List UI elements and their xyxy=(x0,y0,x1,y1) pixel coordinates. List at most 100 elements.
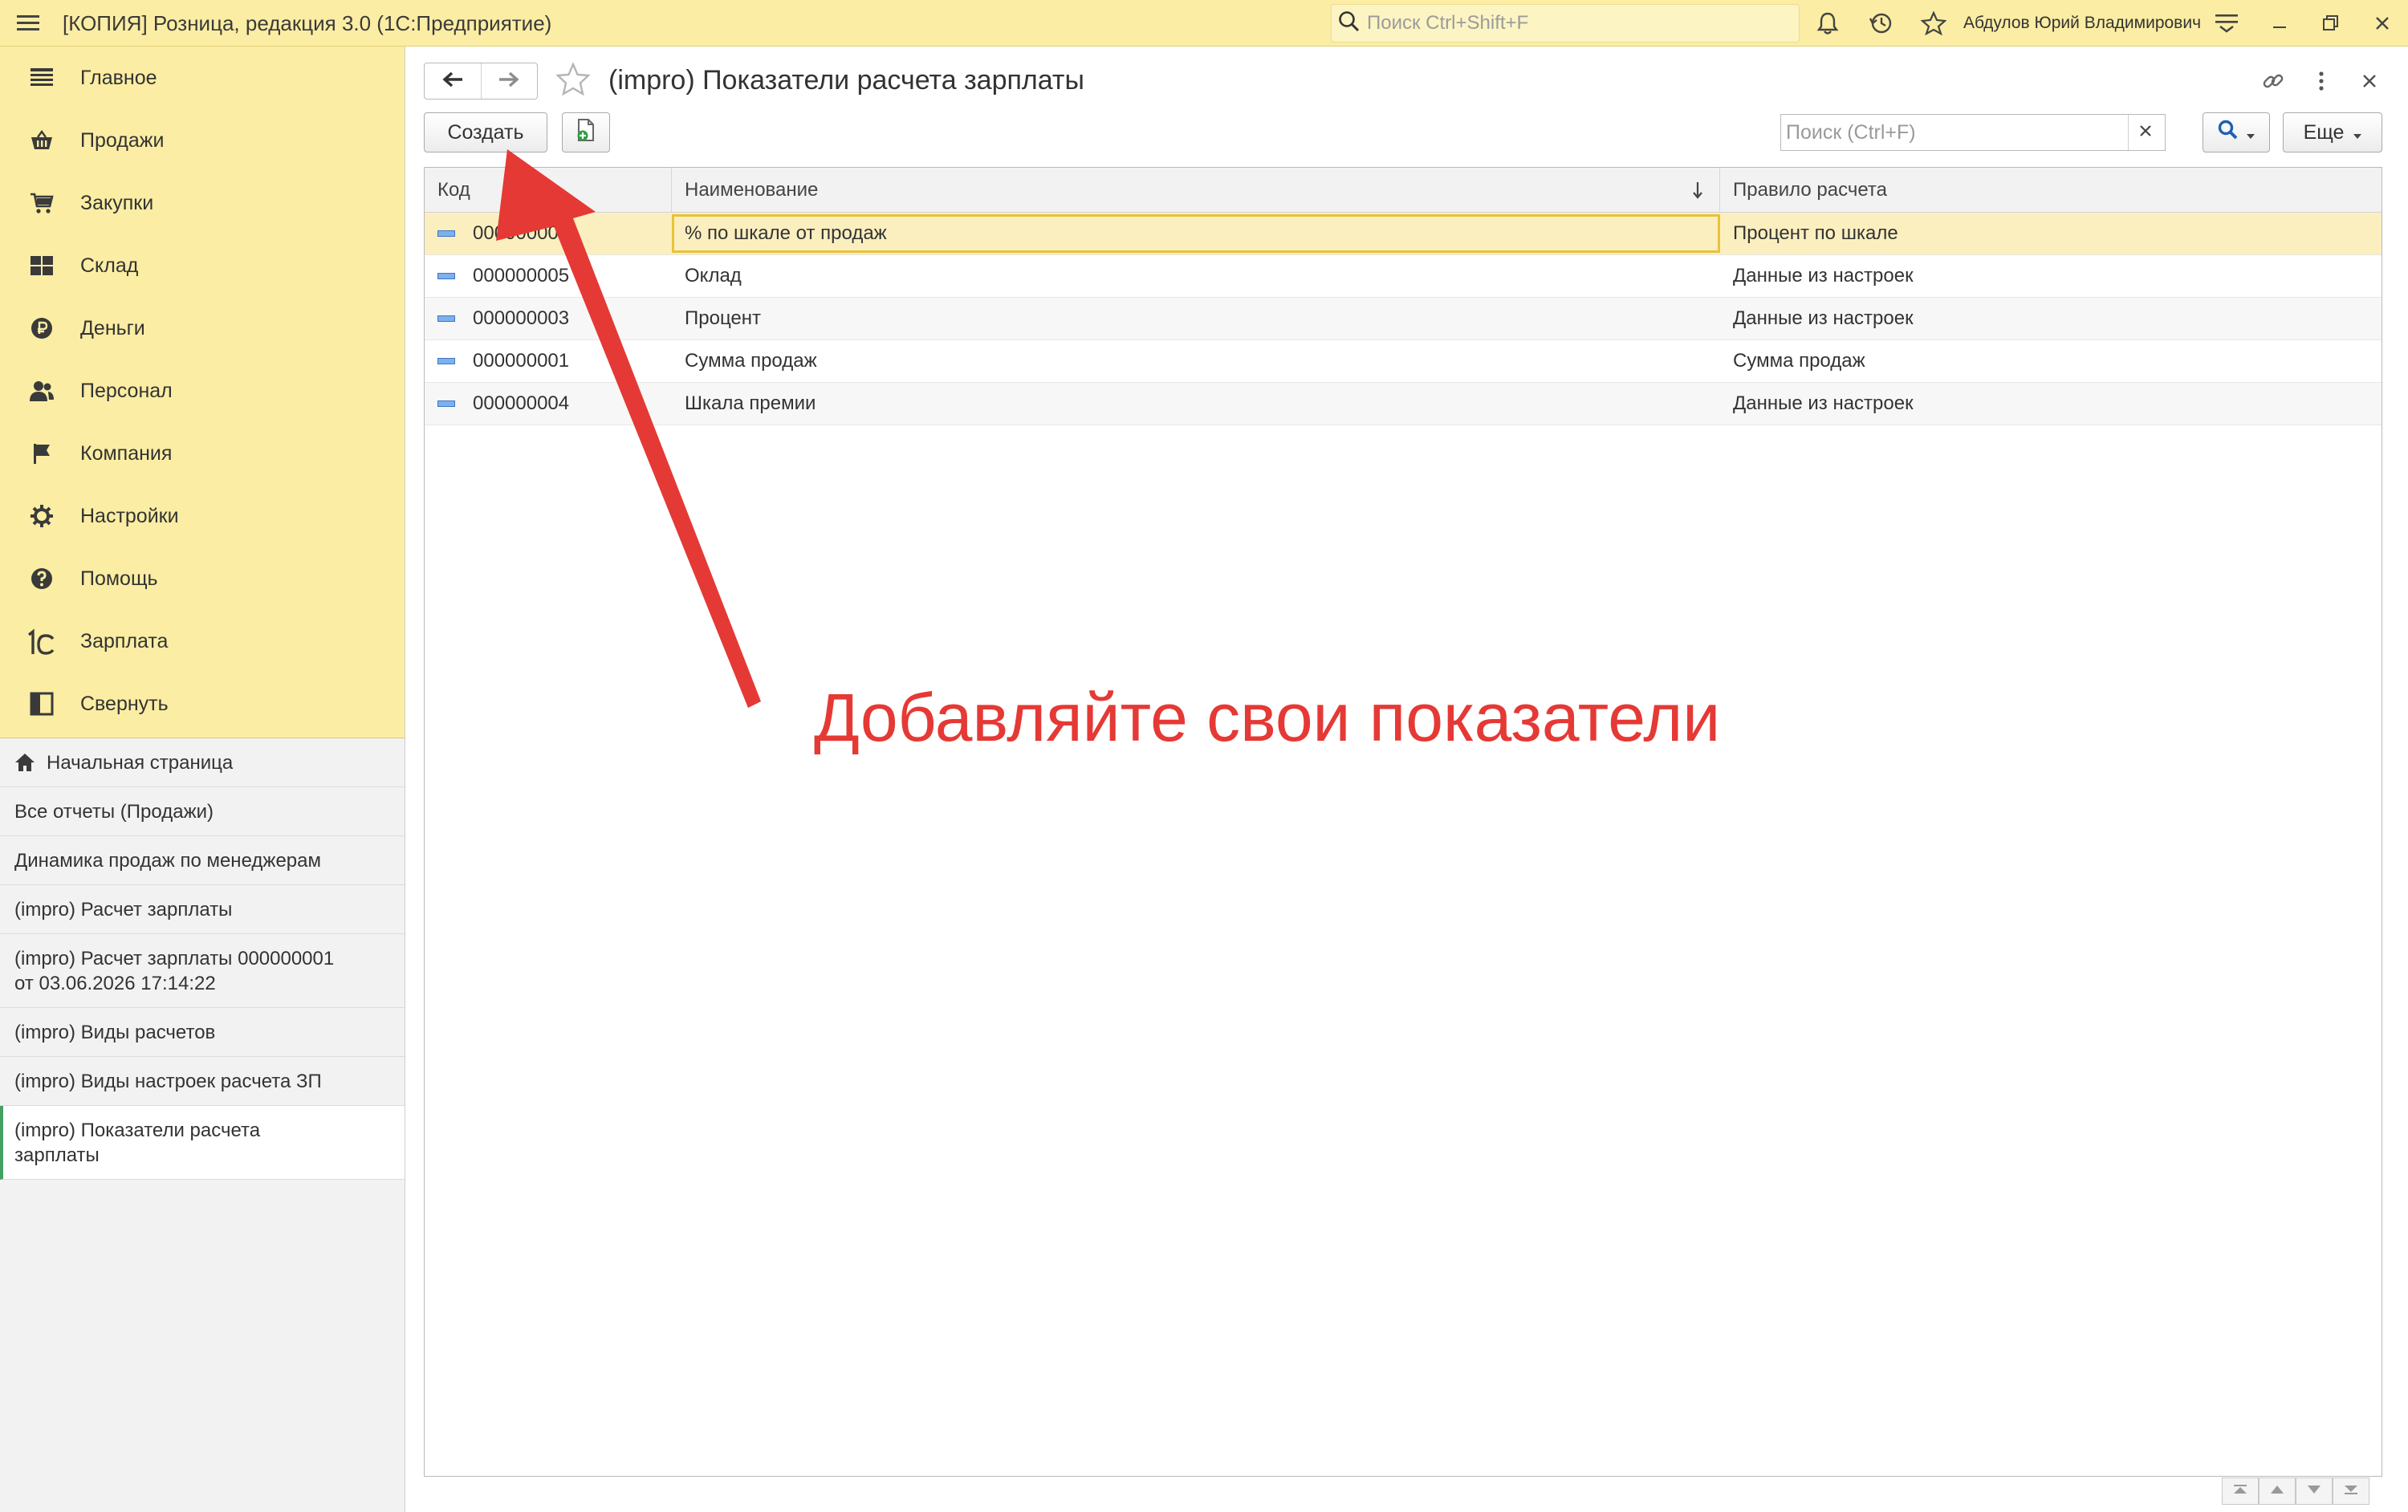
1c-logo-icon xyxy=(26,625,58,657)
cell-code: 000000003 xyxy=(425,298,672,339)
list-search-input[interactable] xyxy=(1781,120,2128,145)
open-window-label: Динамика продаж по менеджерам xyxy=(14,849,321,872)
column-header-name[interactable]: Наименование xyxy=(672,168,1720,213)
bell-icon[interactable] xyxy=(1809,0,1846,47)
add-favorite-button[interactable] xyxy=(554,61,592,100)
column-header-code[interactable]: Код xyxy=(425,168,672,213)
section-label: Персонал xyxy=(80,379,173,402)
restore-icon[interactable] xyxy=(2313,0,2349,47)
scroll-down-button[interactable] xyxy=(2296,1477,2333,1505)
cell-code: 000000004 xyxy=(425,383,672,425)
table-row[interactable]: 000000002 % по шкале от продаж Процент п… xyxy=(425,213,2382,255)
create-button[interactable]: Создать xyxy=(424,112,547,152)
open-window-salary-doc[interactable]: (impro) Расчет зарплаты 000000001 от 03.… xyxy=(0,934,405,1008)
cell-code: 000000002 xyxy=(425,213,672,254)
table-row[interactable]: 000000005 Оклад Данные из настроек xyxy=(425,255,2382,298)
open-window-label: (impro) Виды расчетов xyxy=(14,1021,216,1043)
minimize-icon[interactable] xyxy=(2262,0,2297,47)
chevron-down-icon xyxy=(2353,121,2362,144)
gear-icon xyxy=(26,500,58,532)
catalog-item-icon xyxy=(437,230,455,237)
section-purchases[interactable]: Закупки xyxy=(0,172,405,234)
section-label: Помощь xyxy=(80,567,158,590)
scroll-to-top-button[interactable] xyxy=(2222,1477,2259,1505)
search-options-button[interactable] xyxy=(2203,112,2270,152)
cell-code: 000000005 xyxy=(425,255,672,297)
section-collapse[interactable]: Свернуть xyxy=(0,673,405,735)
open-window-home[interactable]: Начальная страница xyxy=(0,738,405,787)
open-window-setting-types[interactable]: (impro) Виды настроек расчета ЗП xyxy=(0,1057,405,1106)
annotation-text: Добавляйте свои показатели xyxy=(814,680,1721,755)
star-icon xyxy=(555,61,591,100)
global-search[interactable] xyxy=(1331,4,1800,43)
code-value: 000000001 xyxy=(473,350,570,372)
more-vertical-icon[interactable] xyxy=(2304,63,2339,100)
section-company[interactable]: Компания xyxy=(0,422,405,485)
search-icon xyxy=(2218,120,2239,146)
user-name[interactable]: Абдулов Юрий Владимирович xyxy=(1963,0,2201,47)
open-window-sales-dynamics[interactable]: Динамика продаж по менеджерам xyxy=(0,836,405,885)
indicators-table[interactable]: Код Наименование Правило расчета 0000000… xyxy=(424,167,2382,1477)
section-label: Настройки xyxy=(80,504,179,527)
catalog-item-icon xyxy=(437,273,455,279)
section-salary[interactable]: Зарплата xyxy=(0,610,405,673)
list-search[interactable] xyxy=(1780,114,2166,151)
clear-search-button[interactable] xyxy=(2128,115,2162,150)
section-sales[interactable]: Продажи xyxy=(0,109,405,172)
favorites-star-icon[interactable] xyxy=(1915,0,1952,47)
section-label: Закупки xyxy=(80,191,154,214)
cell-name: Процент xyxy=(685,307,762,329)
open-window-indicators[interactable]: (impro) Показатели расчета зарплаты xyxy=(0,1106,405,1180)
section-label: Деньги xyxy=(80,316,145,339)
home-icon xyxy=(14,753,35,772)
section-warehouse[interactable]: Склад xyxy=(0,234,405,297)
arrow-left-icon xyxy=(442,71,463,91)
cell-code: 000000001 xyxy=(425,340,672,382)
open-window-label: зарплаты xyxy=(14,1144,100,1166)
open-window-label: от 03.06.2026 17:14:22 xyxy=(14,972,216,994)
table-row[interactable]: 000000003 Процент Данные из настроек xyxy=(425,298,2382,340)
code-value: 000000003 xyxy=(473,307,570,329)
open-window-label: (impro) Расчет зарплаты xyxy=(14,898,233,921)
section-settings[interactable]: Настройки xyxy=(0,485,405,547)
section-label: Компания xyxy=(80,441,173,465)
section-money[interactable]: Деньги xyxy=(0,297,405,360)
back-button[interactable] xyxy=(425,63,481,99)
scroll-up-button[interactable] xyxy=(2259,1477,2296,1505)
catalog-item-icon xyxy=(437,315,455,322)
more-button[interactable]: Еще xyxy=(2283,112,2382,152)
close-form-icon[interactable] xyxy=(2352,63,2387,100)
section-staff[interactable]: Персонал xyxy=(0,360,405,422)
basket-icon xyxy=(26,124,58,156)
open-window-salary-calc[interactable]: (impro) Расчет зарплаты xyxy=(0,885,405,934)
open-window-calc-types[interactable]: (impro) Виды расчетов xyxy=(0,1008,405,1057)
chevron-down-icon xyxy=(2306,1484,2322,1499)
people-icon xyxy=(26,375,58,407)
main-menu-icon[interactable] xyxy=(8,0,48,47)
cell-name: Сумма продаж xyxy=(685,350,817,372)
warehouse-icon xyxy=(26,250,58,282)
close-window-icon[interactable] xyxy=(2365,0,2400,47)
cell-rule: Сумма продаж xyxy=(1733,350,1865,372)
section-main[interactable]: Главное xyxy=(0,47,405,109)
column-header-rule[interactable]: Правило расчета xyxy=(1720,168,2382,213)
history-icon[interactable] xyxy=(1862,0,1899,47)
code-value: 000000004 xyxy=(473,392,570,414)
cell-rule: Данные из настроек xyxy=(1733,307,1914,329)
cell-rule: Данные из настроек xyxy=(1733,392,1914,414)
forward-button[interactable] xyxy=(480,63,538,99)
global-search-input[interactable] xyxy=(1365,11,1783,35)
open-window-label: Все отчеты (Продажи) xyxy=(14,800,214,823)
table-row[interactable]: 000000004 Шкала премии Данные из настрое… xyxy=(425,383,2382,425)
scroll-to-bottom-button[interactable] xyxy=(2333,1477,2369,1505)
link-icon[interactable] xyxy=(2255,63,2291,100)
section-label: Свернуть xyxy=(80,692,169,715)
table-row[interactable]: 000000001 Сумма продаж Сумма продаж xyxy=(425,340,2382,383)
open-window-label: (impro) Показатели расчета xyxy=(14,1119,261,1141)
copy-button[interactable] xyxy=(562,112,610,152)
window-title: [КОПИЯ] Розница, редакция 3.0 (1С:Предпр… xyxy=(63,11,552,35)
section-help[interactable]: Помощь xyxy=(0,547,405,610)
column-header-label: Наименование xyxy=(685,179,819,201)
open-window-all-reports[interactable]: Все отчеты (Продажи) xyxy=(0,787,405,836)
settings-menu-icon[interactable] xyxy=(2209,0,2244,47)
